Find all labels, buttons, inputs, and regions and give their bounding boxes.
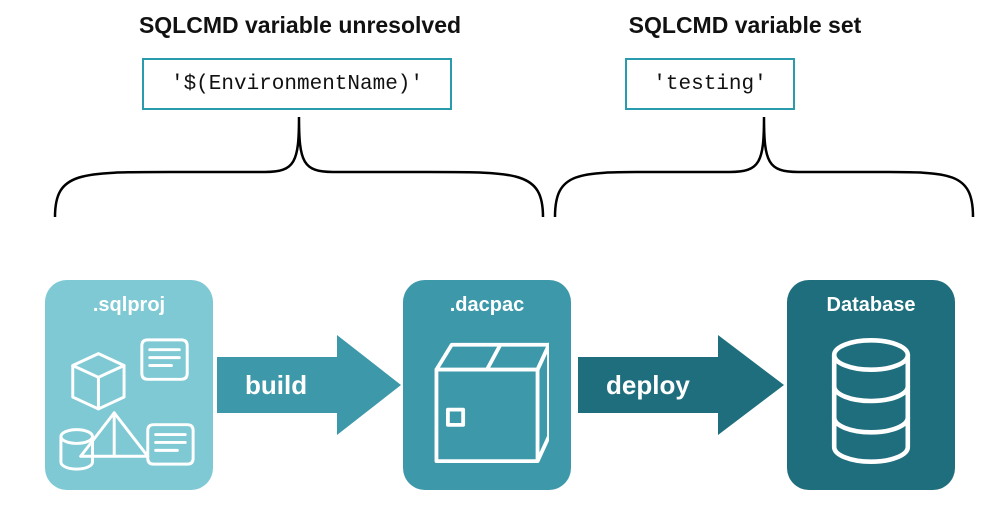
package-box-icon [425,332,549,472]
codebox-set: 'testing' [625,58,795,110]
arrow-deploy-label: deploy [578,370,690,401]
card-database: Database [787,280,955,490]
card-dacpac: .dacpac [403,280,571,490]
codebox-unresolved: '$(EnvironmentName)' [142,58,452,110]
brace-left-icon [50,112,548,222]
card-sqlproj: .sqlproj [45,280,213,490]
arrow-deploy: deploy [578,335,784,435]
database-icon [825,332,917,470]
arrow-build: build [217,335,401,435]
heading-set: SQLCMD variable set [535,12,955,39]
sqlproj-shapes-icon [55,326,203,478]
card-dacpac-title: .dacpac [415,294,559,317]
heading-unresolved: SQLCMD variable unresolved [105,12,495,39]
flow-row: .sqlproj [45,280,975,495]
arrow-build-label: build [217,370,307,401]
card-database-title: Database [799,294,943,317]
brace-right-icon [550,112,978,222]
card-sqlproj-title: .sqlproj [57,294,201,317]
